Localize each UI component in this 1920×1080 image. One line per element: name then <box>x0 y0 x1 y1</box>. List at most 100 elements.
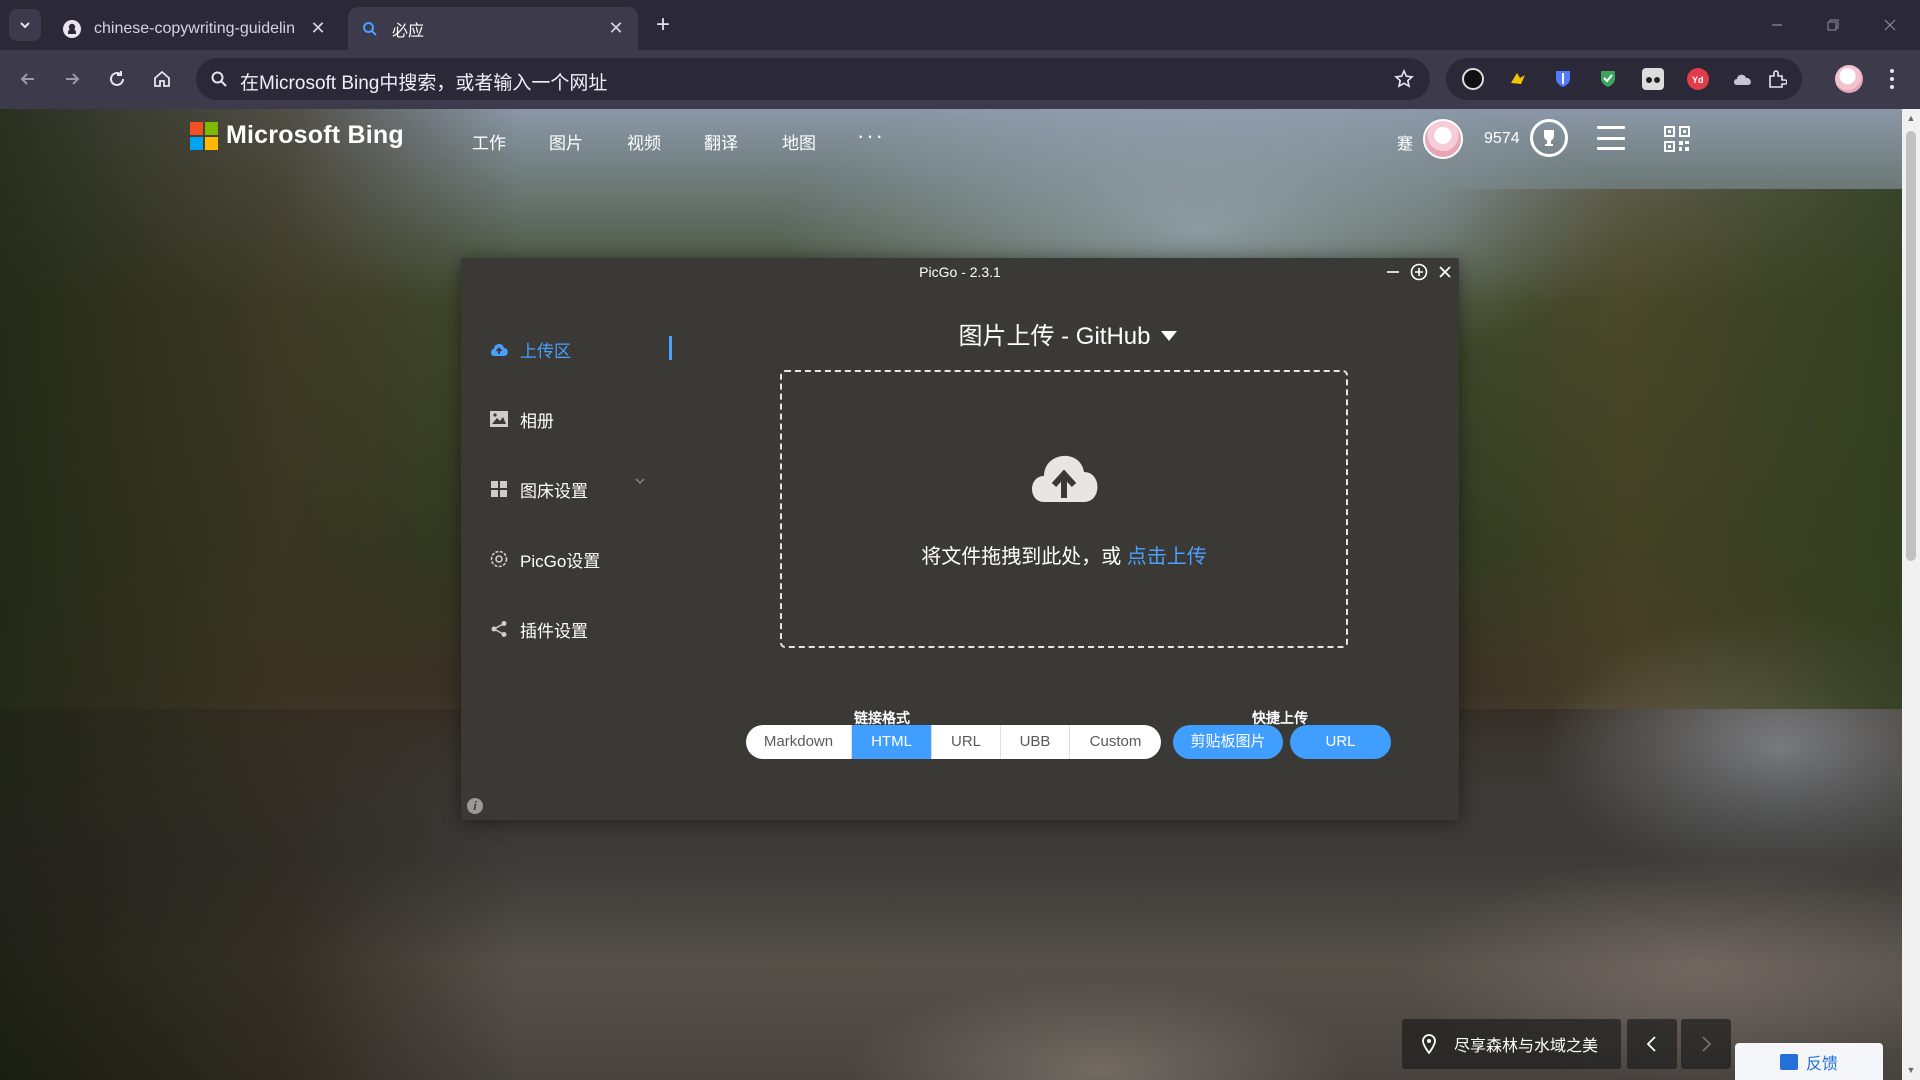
bing-logo-text: Microsoft Bing <box>226 121 404 149</box>
browser-toolbar: 在Microsoft Bing中搜索，或者输入一个网址 Yd <box>0 50 1920 109</box>
minimize-window-button[interactable] <box>1762 10 1792 40</box>
adguard-shield-icon[interactable] <box>1597 68 1619 90</box>
dark-reader-extension-icon[interactable] <box>1462 68 1484 90</box>
hamburger-menu-icon[interactable] <box>1597 126 1625 150</box>
background-forest-right <box>1442 189 1902 709</box>
qr-code-icon[interactable] <box>1664 126 1690 152</box>
bing-logo[interactable]: Microsoft Bing <box>190 121 404 150</box>
sidebar-item-picgo-settings[interactable]: PicGo设置 <box>489 546 600 572</box>
bing-nav-videos[interactable]: 视频 <box>627 129 661 154</box>
chat-bubble-icon <box>1779 1053 1798 1070</box>
bing-header: Microsoft Bing 工作 图片 视频 翻译 地图 ··· 蹇 9574 <box>0 109 1902 169</box>
home-button[interactable] <box>147 64 177 94</box>
close-icon[interactable]: ✕ <box>606 18 626 38</box>
location-pin-icon <box>1418 1033 1440 1055</box>
bookmark-star-icon[interactable] <box>1392 67 1416 91</box>
bing-nav-work[interactable]: 工作 <box>472 129 506 154</box>
format-custom[interactable]: Custom <box>1070 725 1161 759</box>
sidebar-item-gallery[interactable]: 相册 <box>489 406 554 432</box>
back-button[interactable] <box>13 64 43 94</box>
chevron-right-icon <box>1702 1036 1712 1052</box>
format-html[interactable]: HTML <box>852 725 932 759</box>
url-upload-button[interactable]: URL <box>1290 725 1391 759</box>
sidebar-item-picbed-settings[interactable]: 图床设置 <box>489 476 588 502</box>
sidebar-item-label: PicGo设置 <box>520 551 601 571</box>
link-format-selector: Markdown HTML URL UBB Custom <box>746 725 1161 759</box>
cloud-extension-icon[interactable] <box>1732 68 1754 90</box>
info-icon[interactable]: i <box>467 798 483 814</box>
next-image-button[interactable] <box>1681 1019 1731 1069</box>
address-bar[interactable]: 在Microsoft Bing中搜索，或者输入一个网址 <box>196 58 1430 100</box>
image-caption-button[interactable]: 尽享森林与水域之美 <box>1402 1019 1621 1069</box>
upload-drop-zone[interactable]: 将文件拖拽到此处，或 点击上传 <box>780 370 1348 648</box>
format-ubb[interactable]: UBB <box>1001 725 1070 759</box>
tab-search-button[interactable] <box>9 9 41 41</box>
format-markdown[interactable]: Markdown <box>746 725 852 759</box>
sidebar-item-label: 插件设置 <box>520 621 588 641</box>
picture-icon <box>489 409 509 429</box>
chevron-down-icon <box>20 22 30 29</box>
caret-down-icon <box>1160 330 1177 341</box>
arrow-left-icon <box>20 73 34 85</box>
rewards-trophy-icon[interactable] <box>1530 119 1568 157</box>
picgo-minimize-button[interactable] <box>1383 262 1403 282</box>
bing-user-name[interactable]: 蹇 <box>1397 130 1413 154</box>
drop-zone-hint: 将文件拖拽到此处，或 <box>921 546 1127 568</box>
tab-title: 必应 <box>392 22 425 40</box>
close-icon[interactable]: ✕ <box>308 18 328 38</box>
chevron-left-icon <box>1646 1036 1656 1052</box>
restore-icon <box>1827 19 1839 31</box>
bing-search-icon <box>360 19 380 39</box>
previous-image-button[interactable] <box>1627 1019 1677 1069</box>
tab-bing[interactable]: 必应 ✕ <box>348 7 638 50</box>
browser-tab-bar: chinese-copywriting-guidelin ✕ 必应 ✕ + <box>0 0 1920 50</box>
scrollbar-thumb[interactable] <box>1906 131 1916 561</box>
scroll-up-arrow-icon[interactable]: ▲ <box>1906 113 1916 123</box>
chevron-down-icon[interactable] <box>633 474 647 488</box>
format-url[interactable]: URL <box>932 725 1001 759</box>
upload-heading[interactable]: 图片上传 - GitHub <box>676 316 1459 351</box>
page-scrollbar[interactable]: ▲ ▼ <box>1902 109 1920 1080</box>
bing-nav-more[interactable]: ··· <box>857 123 885 149</box>
plus-circle-icon <box>1410 263 1428 281</box>
new-tab-button[interactable]: + <box>650 12 676 38</box>
tab-github[interactable]: chinese-copywriting-guidelin ✕ <box>50 7 340 50</box>
bing-rewards-points[interactable]: 9574 <box>1484 130 1520 148</box>
glasses-extension-icon[interactable] <box>1642 68 1664 90</box>
profile-avatar[interactable] <box>1835 65 1863 93</box>
cloud-upload-icon <box>1032 455 1098 502</box>
bing-user-avatar[interactable] <box>1423 119 1463 159</box>
feedback-label: 反馈 <box>1805 1055 1838 1073</box>
tab-title: chinese-copywriting-guidelin <box>94 19 295 37</box>
click-upload-link[interactable]: 点击上传 <box>1127 546 1207 568</box>
address-text: 在Microsoft Bing中搜索，或者输入一个网址 <box>240 73 608 94</box>
bing-nav-maps[interactable]: 地图 <box>782 129 816 154</box>
sidebar-item-label: 相册 <box>520 411 554 431</box>
picgo-upload-panel: 图片上传 - GitHub 将文件拖拽到此处，或 点击上传 链接格式 Markd… <box>676 286 1459 820</box>
picgo-window: PicGo - 2.3.1 上传区 相册 图床设置 PicGo设置 插件设置 图… <box>461 258 1459 820</box>
bitwarden-shield-icon[interactable] <box>1552 68 1574 90</box>
extensions-bar: Yd <box>1446 58 1802 100</box>
scroll-down-arrow-icon[interactable]: ▼ <box>1906 1065 1916 1075</box>
restore-window-button[interactable] <box>1818 10 1848 40</box>
close-window-button[interactable] <box>1875 10 1905 40</box>
reload-button[interactable] <box>102 64 132 94</box>
browser-menu-icon[interactable] <box>1880 65 1904 93</box>
forward-button[interactable] <box>57 64 87 94</box>
feedback-button[interactable]: 反馈 <box>1735 1043 1883 1080</box>
share-icon <box>489 619 509 639</box>
github-icon <box>62 19 82 39</box>
bing-nav-translate[interactable]: 翻译 <box>704 129 738 154</box>
arrow-right-icon <box>66 73 80 85</box>
picgo-close-button[interactable] <box>1435 262 1455 282</box>
image-caption-text: 尽享森林与水域之美 <box>1454 1038 1599 1055</box>
picgo-pin-button[interactable] <box>1409 262 1429 282</box>
extensions-puzzle-icon[interactable] <box>1766 68 1788 90</box>
sidebar-item-plugin-settings[interactable]: 插件设置 <box>489 616 588 642</box>
youdao-extension-icon[interactable]: Yd <box>1687 68 1709 90</box>
bird-extension-icon[interactable] <box>1507 68 1529 90</box>
minimize-icon <box>1387 271 1399 273</box>
bing-nav-images[interactable]: 图片 <box>549 129 583 154</box>
sidebar-item-upload[interactable]: 上传区 <box>489 336 571 362</box>
clipboard-upload-button[interactable]: 剪贴板图片 <box>1173 725 1283 759</box>
